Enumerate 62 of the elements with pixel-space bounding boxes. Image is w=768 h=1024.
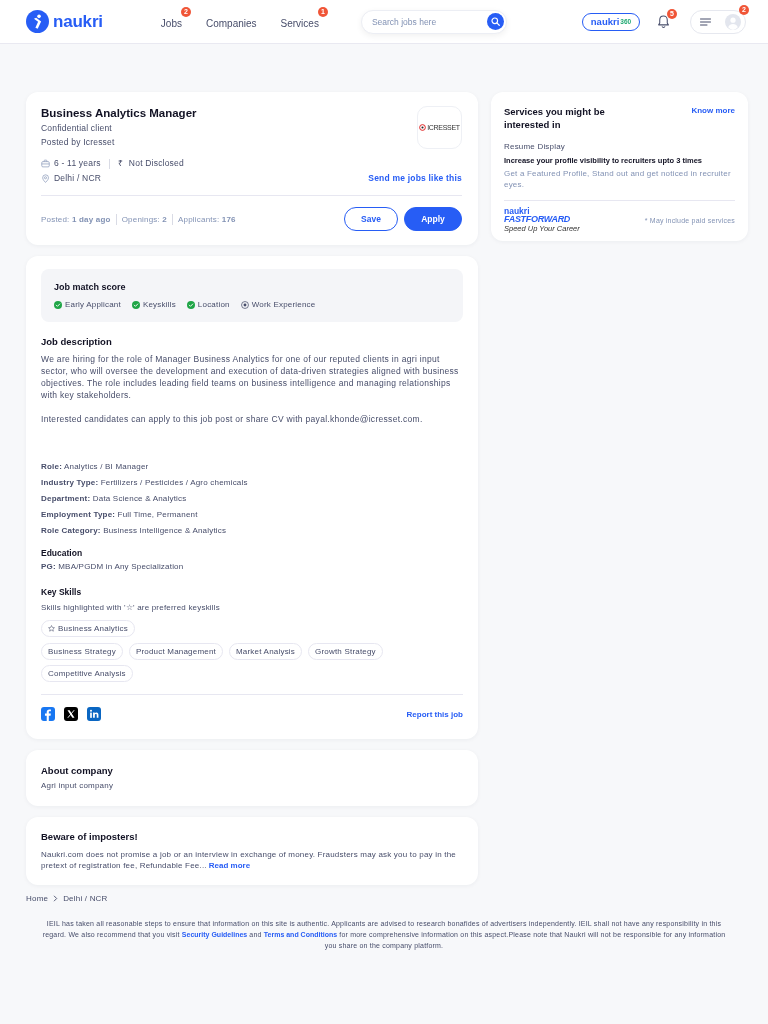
posted-by-text: Posted by Icresset — [41, 137, 116, 148]
nav-link[interactable]: Jobs — [160, 17, 182, 29]
menu-icon — [700, 17, 711, 26]
job-stat-text: Openings: 2 — [121, 214, 167, 224]
job-detail-line: Industry Type: Fertilizers / Pesticides / Agro chemicals — [41, 477, 249, 489]
section-heading: Job description — [41, 335, 113, 348]
logo-icon[interactable] — [26, 10, 49, 33]
job-detail-line: Role Category: Business Intelligence & Analytics — [41, 525, 228, 537]
match-criterion: Early Applicant — [65, 299, 121, 310]
logo-text[interactable]: naukri — [53, 11, 103, 32]
job-detail-line: Role: Analytics / BI Manager — [41, 461, 150, 473]
job-detail-line: Employment Type: Full Time, Permanent — [41, 509, 199, 521]
match-criterion: Location — [197, 299, 230, 310]
match-score-title: Job match score — [54, 281, 127, 293]
salary-text: Not Disclosed — [128, 158, 184, 169]
nav-link[interactable]: Services — [280, 17, 319, 29]
briefcase-icon — [41, 159, 50, 168]
report-job-link[interactable]: Report this job — [406, 709, 463, 719]
section-heading: Education — [41, 547, 84, 559]
company-name: Confidential client — [41, 123, 113, 134]
education-line: PG: MBA/PGDM in Any Specialization — [41, 561, 185, 573]
company-description: Agri input company — [41, 780, 115, 791]
breadcrumb-link[interactable]: Home — [26, 894, 49, 903]
section-heading: Key Skills — [41, 586, 83, 598]
search-field[interactable]: Search jobs here — [360, 9, 507, 34]
match-criterion: Work Experience — [251, 299, 316, 310]
job-stat-text: Posted: 1 day ago — [41, 214, 111, 224]
card-title: Beware of imposters! — [41, 830, 139, 843]
save-button[interactable]: Save — [344, 207, 398, 231]
x-icon[interactable] — [64, 707, 78, 721]
breadcrumb-link[interactable]: Delhi / NCR — [63, 894, 108, 903]
notification-bell-icon[interactable] — [656, 14, 671, 29]
star-icon — [48, 625, 55, 632]
description-paragraph: Interested candidates can apply to this job post or share CV with payal.khonde@icresset.com. — [41, 413, 424, 425]
facebook-icon[interactable] — [41, 707, 55, 721]
nav-link[interactable]: Companies — [205, 17, 257, 29]
chevron-icon — [53, 895, 59, 902]
service-name: Resume Display — [504, 141, 567, 152]
description-paragraph: We are hiring for the role of Manager Business Analytics for one of our reputed clients in agri input sector, who will oversee the development and execution of data-driven strategies aligned with business objectives. The role includes leading field teams on business intelligence and managing relationships with key stakeholders. — [41, 353, 460, 401]
know-more-link[interactable]: Know more — [691, 105, 735, 116]
card-title: About company — [41, 764, 114, 777]
read-more-link[interactable]: Read more — [208, 861, 251, 870]
job-title: Business Analytics Manager — [41, 106, 197, 120]
rupee-symbol: ₹ — [117, 158, 123, 169]
experience-text: 6 - 11 years — [54, 158, 101, 169]
match-criterion: Keyskills — [142, 299, 176, 310]
logo-brand-text: naukri — [504, 207, 530, 215]
apply-button[interactable]: Apply — [404, 207, 462, 231]
location-icon — [41, 174, 50, 183]
warning-text: Naukri.com does not promise a job or an interview in exchange of money. Fraudsters may ask you to pay in the pretext of registration fee, Refundable Fee... Read more — [41, 849, 457, 871]
skills-note: Skills highlighted with '☆' are preferred keyskills — [41, 602, 221, 614]
search-icon — [490, 17, 500, 26]
services-title: Services you might be interested in — [504, 105, 606, 131]
avatar-icon — [725, 13, 741, 30]
ring-icon — [419, 124, 427, 131]
job-stat-text: Applicants: 176 — [178, 214, 236, 224]
location-text: Delhi / NCR — [54, 173, 102, 184]
service-description: Get a Featured Profile, Stand out and get noticed in recruiter eyes. — [504, 168, 732, 190]
linkedin-icon[interactable] — [87, 707, 101, 721]
send-similar-jobs-link[interactable]: Send me jobs like this — [368, 173, 462, 184]
job-detail-line: Department: Data Science & Analytics — [41, 493, 188, 505]
logo-wordmark: FASTFORWARD — [504, 215, 571, 224]
